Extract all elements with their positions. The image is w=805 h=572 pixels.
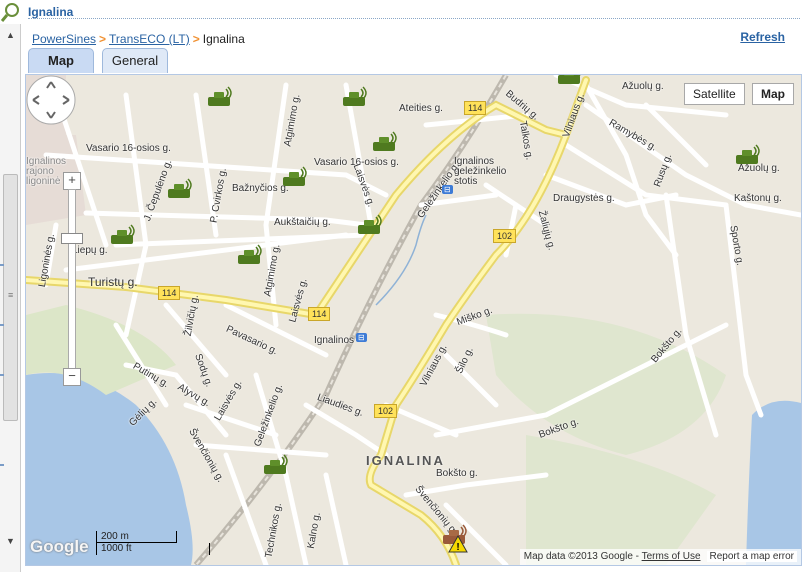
vehicle-marker-icon[interactable] [556,74,584,87]
vehicle-marker-icon[interactable] [371,130,399,154]
landmark-label: Ignalinos geležinkelio stotis [454,156,507,187]
route-shield: 102 [493,229,517,243]
vehicle-marker-icon[interactable] [236,243,264,267]
map-attribution: Map data ©2013 Google - Terms of Use Repo… [519,549,801,565]
street-label: Aukštaičių g. [274,217,331,228]
town-label: IGNALINA [366,453,445,468]
zoom-slider-thumb[interactable] [61,233,83,244]
street-label: Liepų g. [72,245,108,256]
breadcrumb-link-powersines[interactable]: PowerSines [32,32,96,46]
vehicle-marker-icon[interactable] [341,85,369,109]
breadcrumb-current: Ignalina [202,32,245,46]
street-label: Vasario 16-osios g. [86,143,171,154]
tab-map[interactable]: Map [28,48,94,73]
zoom-in-button[interactable]: + [63,172,81,190]
tab-general[interactable]: General [102,48,168,73]
search-icon[interactable] [1,2,21,22]
zoom-out-button[interactable]: − [63,368,81,386]
vehicle-marker-icon[interactable] [262,453,290,477]
street-label: Turistų g. [88,275,138,289]
header-divider [28,18,800,19]
vehicle-marker-icon[interactable] [356,213,384,237]
pan-control[interactable] [26,75,76,125]
breadcrumb: PowerSines > TransECO (LT) > Ignalina [32,32,245,46]
terms-of-use-link[interactable]: Terms of Use [642,551,701,562]
map-type-button[interactable]: Map [752,83,794,105]
bus-station-icon[interactable]: ⊟ [356,333,367,342]
map-data-credit: Map data ©2013 Google [523,551,633,562]
street-label: Ateities g. [399,103,443,114]
vehicle-marker-icon[interactable] [281,165,309,189]
zoom-slider[interactable] [68,189,76,369]
header: Ignalina [0,0,805,24]
grip-icon: ≡ [8,290,14,300]
train-station-icon[interactable]: ⊟ [442,185,453,194]
breadcrumb-link-transeco[interactable]: TransECO (LT) [109,32,190,46]
scale-metric: 200 m [96,531,177,543]
scroll-thumb[interactable]: ≡ [3,174,18,421]
side-marker [0,374,4,376]
vehicle-marker-icon[interactable] [109,223,137,247]
street-label: Ažuolų g. [622,81,664,92]
google-logo[interactable]: Google [30,537,89,557]
street-label: Kaštonų g. [734,193,782,204]
warning-icon[interactable]: ! [448,535,468,553]
scale-bar: 200 m 1000 ft [96,531,210,555]
scroll-up-icon[interactable]: ▲ [6,30,15,40]
landmark-label: Ignalinos rajono ligoninė [26,156,67,187]
map-view[interactable]: Turistų g. Vasario 16-osios g. Vasario 1… [25,74,802,566]
refresh-link[interactable]: Refresh [740,30,785,44]
side-marker [0,324,4,326]
route-shield: 102 [374,404,398,418]
side-marker [0,464,4,466]
vehicle-marker-icon[interactable] [734,143,762,167]
page-title: Ignalina [28,5,74,19]
breadcrumb-separator: > [192,32,200,46]
street-label: Bokšto g. [436,468,478,479]
satellite-button[interactable]: Satellite [684,83,745,105]
landmark-label: Ignalinos [314,335,355,346]
sidebar-scrollbar[interactable]: ▲ ≡ ▼ [0,24,21,572]
route-shield: 114 [308,307,331,321]
report-error-link[interactable]: Report a map error [706,551,797,562]
breadcrumb-separator: > [99,32,107,46]
street-label: Draugystės g. [553,193,615,204]
scale-imperial: 1000 ft [96,543,210,555]
side-marker [0,264,4,266]
scroll-down-icon[interactable]: ▼ [6,536,15,546]
svg-text:!: ! [456,542,459,553]
route-shield: 114 [464,101,487,115]
route-shield: 114 [158,286,181,300]
vehicle-marker-icon[interactable] [206,85,234,109]
vehicle-marker-icon[interactable] [166,177,194,201]
